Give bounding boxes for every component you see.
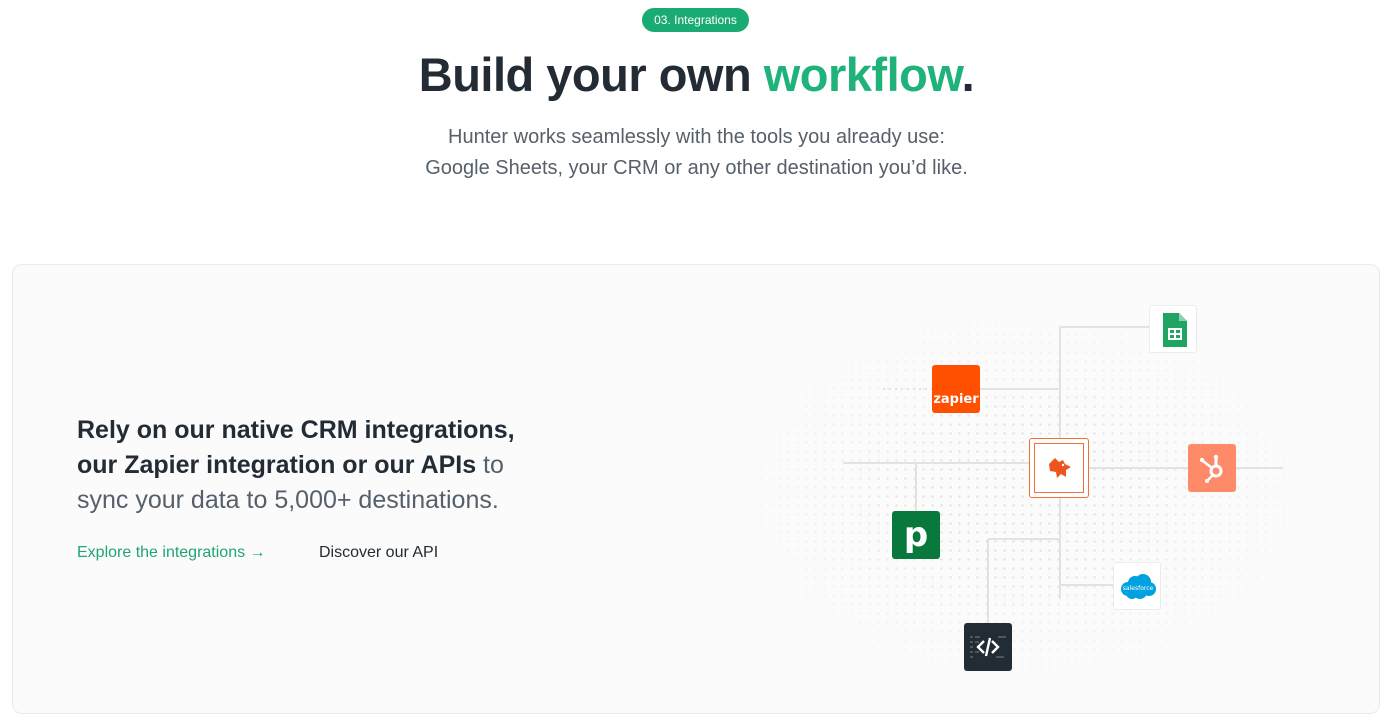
subtitle-line-2: Google Sheets, your CRM or any other des…: [425, 157, 968, 179]
salesforce-tile: salesforce: [1113, 562, 1161, 610]
title-main: Build your own: [418, 48, 764, 101]
api-tile: [964, 623, 1012, 671]
title-accent: workflow: [763, 48, 962, 101]
hubspot-icon: [1199, 454, 1223, 483]
section-badge: 03. Integrations: [642, 8, 749, 32]
salesforce-wordmark: salesforce: [1123, 585, 1154, 592]
section-subtitle: Hunter works seamlessly with the tools y…: [0, 122, 1393, 184]
hubspot-tile: [1188, 444, 1236, 492]
salesforce-icon: salesforce: [1121, 574, 1156, 599]
integrations-card: Rely on our native CRM integrations, our …: [12, 264, 1380, 714]
code-api-icon: [970, 636, 1006, 658]
integrations-section: 03. Integrations Build your own workflow…: [0, 0, 1393, 727]
section-title: Build your own workflow.: [0, 46, 1393, 104]
zapier-tile: zapier: [932, 365, 980, 413]
subtitle-line-1: Hunter works seamlessly with the tools y…: [448, 126, 945, 148]
zapier-icon: zapier: [933, 392, 979, 407]
title-end: .: [961, 48, 975, 101]
google-sheets-icon: [1163, 313, 1187, 347]
google-sheets-tile: [1149, 305, 1197, 353]
hunter-tile: [1029, 438, 1089, 498]
pipedrive-tile: p: [892, 511, 940, 559]
pipedrive-icon: p: [903, 515, 929, 555]
hunter-fox-icon: [1049, 458, 1071, 478]
